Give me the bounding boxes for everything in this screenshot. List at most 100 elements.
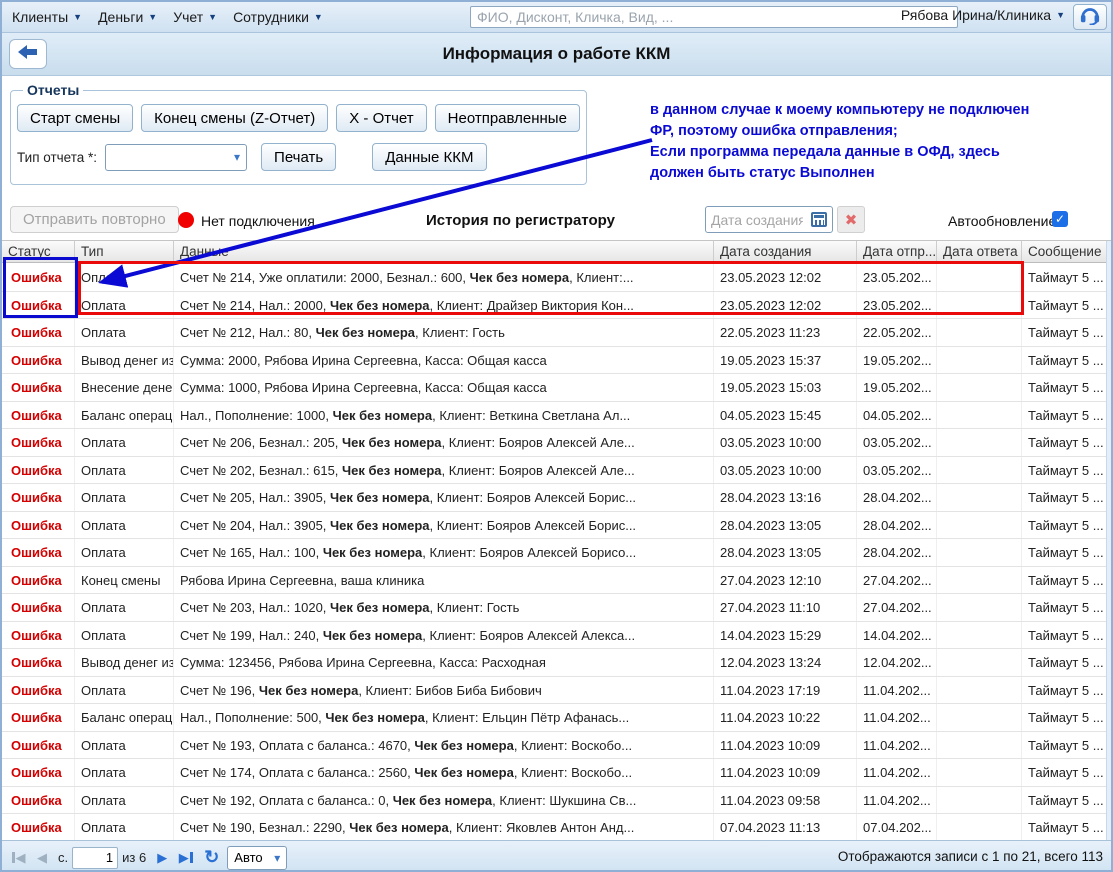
- sent-cell: 12.04.202...: [857, 649, 937, 676]
- data-cell: Сумма: 1000, Рябова Ирина Сергеевна, Кас…: [174, 374, 714, 401]
- chevron-down-icon: ▼: [208, 13, 217, 22]
- prev-page-button[interactable]: ◀: [30, 846, 54, 870]
- sent-cell: 11.04.202...: [857, 704, 937, 731]
- page-prefix-label: с.: [58, 850, 68, 865]
- type-cell: Оплата: [75, 319, 174, 346]
- status-cell: Ошибка: [2, 402, 75, 429]
- type-cell: Вывод денег из ка...: [75, 649, 174, 676]
- created-cell: 19.05.2023 15:03: [714, 374, 857, 401]
- type-cell: Вывод денег из ка...: [75, 347, 174, 374]
- kkm-data-button[interactable]: Данные ККМ: [372, 143, 486, 171]
- created-cell: 27.04.2023 12:10: [714, 567, 857, 594]
- end-shift-z-report-button[interactable]: Конец смены (Z-Отчет): [141, 104, 328, 132]
- table-row[interactable]: ОшибкаОплатаСчет № 212, Нал.: 80, Чек бе…: [2, 319, 1111, 347]
- refresh-mode-select[interactable]: Авто▾: [227, 846, 287, 870]
- column-header-data[interactable]: Данные: [174, 241, 714, 262]
- calendar-icon[interactable]: [811, 212, 827, 227]
- table-row[interactable]: ОшибкаОплатаСчет № 202, Безнал.: 615, Че…: [2, 457, 1111, 485]
- table-row[interactable]: ОшибкаВывод денег из ка...Сумма: 2000, Р…: [2, 347, 1111, 375]
- table-row[interactable]: ОшибкаВывод денег из ка...Сумма: 123456,…: [2, 649, 1111, 677]
- created-cell: 11.04.2023 10:22: [714, 704, 857, 731]
- message-cell: Таймаут 5 ...: [1022, 402, 1113, 429]
- sent-cell: 11.04.202...: [857, 677, 937, 704]
- data-cell: Счет № 202, Безнал.: 615, Чек без номера…: [174, 457, 714, 484]
- first-page-button[interactable]: ◀: [6, 846, 30, 870]
- resend-button[interactable]: Отправить повторно: [10, 206, 179, 233]
- annotation-line: в данном случае к моему компьютеру не по…: [650, 100, 1112, 121]
- page-title: Информация о работе ККМ: [2, 44, 1111, 64]
- created-cell: 28.04.2023 13:05: [714, 539, 857, 566]
- date-filter: [705, 206, 833, 233]
- table-row[interactable]: ОшибкаВнесение денег в ...Сумма: 1000, Р…: [2, 374, 1111, 402]
- print-button[interactable]: Печать: [261, 143, 336, 171]
- answer-cell: [937, 484, 1022, 511]
- sent-cell: 14.04.202...: [857, 622, 937, 649]
- last-page-button[interactable]: ▶: [174, 846, 198, 870]
- x-report-button[interactable]: X - Отчет: [336, 104, 426, 132]
- table-scrollbar[interactable]: [1106, 241, 1113, 840]
- page-number-input[interactable]: [72, 847, 118, 869]
- type-cell: Оплата: [75, 457, 174, 484]
- status-cell: Ошибка: [2, 759, 75, 786]
- table-row[interactable]: ОшибкаКонец сменыРябова Ирина Сергеевна,…: [2, 567, 1111, 595]
- table-row[interactable]: ОшибкаБаланс операцииНал., Пополнение: 1…: [2, 402, 1111, 430]
- status-cell: Ошибка: [2, 677, 75, 704]
- table-row[interactable]: ОшибкаОплатаСчет № 206, Безнал.: 205, Че…: [2, 429, 1111, 457]
- next-page-button[interactable]: ▶: [150, 846, 174, 870]
- table-row[interactable]: ОшибкаОплатаСчет № 204, Нал.: 3905, Чек …: [2, 512, 1111, 540]
- created-cell: 14.04.2023 15:29: [714, 622, 857, 649]
- table-row[interactable]: ОшибкаОплатаСчет № 199, Нал.: 240, Чек б…: [2, 622, 1111, 650]
- search-input[interactable]: [470, 6, 958, 28]
- table-row[interactable]: ОшибкаБаланс операцииНал., Пополнение: 5…: [2, 704, 1111, 732]
- data-cell: Счет № 174, Оплата с баланса.: 2560, Чек…: [174, 759, 714, 786]
- refresh-mode-value: Авто: [234, 850, 262, 865]
- first-page-icon: [12, 852, 15, 863]
- created-cell: 11.04.2023 10:09: [714, 732, 857, 759]
- status-cell: Ошибка: [2, 649, 75, 676]
- menu-item-clients[interactable]: Клиенты▼: [12, 9, 82, 25]
- column-header-answer[interactable]: Дата ответа: [937, 241, 1022, 262]
- type-cell: Баланс операции: [75, 402, 174, 429]
- type-cell: Оплата: [75, 677, 174, 704]
- column-header-sent[interactable]: Дата отпр...: [857, 241, 937, 262]
- table-row[interactable]: ОшибкаОплатаСчет № 193, Оплата с баланса…: [2, 732, 1111, 760]
- table-row[interactable]: ОшибкаОплатаСчет № 174, Оплата с баланса…: [2, 759, 1111, 787]
- message-cell: Таймаут 5 ...: [1022, 622, 1113, 649]
- annotation-line: ФР, поэтому ошибка отправления;: [650, 121, 1112, 142]
- status-highlight-box: [3, 257, 78, 318]
- user-menu[interactable]: Рябова Ирина/Клиника▼: [901, 7, 1065, 23]
- column-header-created[interactable]: Дата создания: [714, 241, 857, 262]
- table-row[interactable]: ОшибкаОплатаСчет № 165, Нал.: 100, Чек б…: [2, 539, 1111, 567]
- annotation-note: в данном случае к моему компьютеру не по…: [650, 100, 1112, 184]
- support-button[interactable]: [1073, 4, 1107, 30]
- menu-item-accounting[interactable]: Учет ▼: [173, 9, 217, 25]
- date-filter-input[interactable]: [711, 212, 803, 228]
- data-cell: Счет № 190, Безнал.: 2290, Чек без номер…: [174, 814, 714, 841]
- unsent-button[interactable]: Неотправленные: [435, 104, 580, 132]
- column-header-message[interactable]: Сообщение: [1022, 241, 1113, 262]
- menu-item-label: Учет: [173, 9, 203, 25]
- table-row[interactable]: ОшибкаОплатаСчет № 205, Нал.: 3905, Чек …: [2, 484, 1111, 512]
- autorefresh-checkbox[interactable]: ✓: [1052, 211, 1068, 227]
- created-cell: 19.05.2023 15:37: [714, 347, 857, 374]
- table-row[interactable]: ОшибкаОплатаСчет № 192, Оплата с баланса…: [2, 787, 1111, 815]
- column-header-type[interactable]: Тип: [75, 241, 174, 262]
- table-row[interactable]: ОшибкаОплатаСчет № 203, Нал.: 1020, Чек …: [2, 594, 1111, 622]
- table-row[interactable]: ОшибкаОплатаСчет № 190, Безнал.: 2290, Ч…: [2, 814, 1111, 842]
- sent-cell: 28.04.202...: [857, 539, 937, 566]
- message-cell: Таймаут 5 ...: [1022, 704, 1113, 731]
- menu-item-money[interactable]: Деньги▼: [98, 9, 157, 25]
- type-cell: Оплата: [75, 622, 174, 649]
- table-row[interactable]: ОшибкаОплатаСчет № 196, Чек без номера, …: [2, 677, 1111, 705]
- start-shift-button[interactable]: Старт смены: [17, 104, 133, 132]
- type-cell: Оплата: [75, 429, 174, 456]
- menu-item-staff[interactable]: Сотрудники▼: [233, 9, 323, 25]
- created-cell: 11.04.2023 09:58: [714, 787, 857, 814]
- sent-cell: 11.04.202...: [857, 787, 937, 814]
- answer-cell: [937, 374, 1022, 401]
- status-cell: Ошибка: [2, 704, 75, 731]
- report-type-select[interactable]: ▾: [105, 144, 247, 171]
- clear-date-button[interactable]: ✖: [837, 206, 865, 233]
- sent-cell: 19.05.202...: [857, 347, 937, 374]
- refresh-icon[interactable]: ↻: [204, 847, 219, 868]
